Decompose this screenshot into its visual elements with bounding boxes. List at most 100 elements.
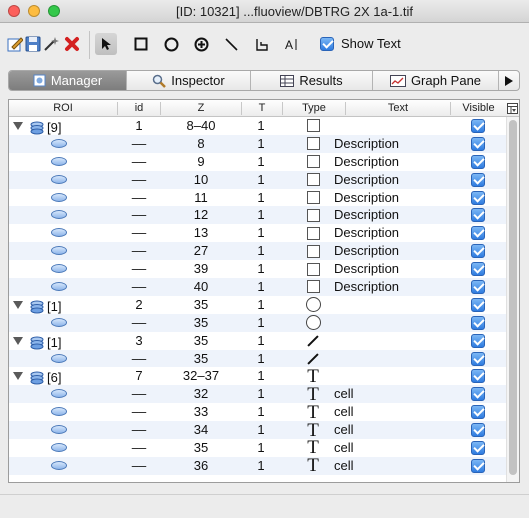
cell-text[interactable]: [334, 117, 444, 135]
visible-checkbox[interactable]: [470, 369, 485, 384]
cell-id: ––: [131, 153, 147, 169]
tab-results[interactable]: Results: [251, 71, 373, 90]
cell-text[interactable]: Description: [334, 260, 444, 278]
column-header-z[interactable]: Z: [161, 102, 241, 114]
column-header-visible[interactable]: Visible: [451, 102, 506, 114]
tab-manager[interactable]: Manager: [9, 71, 127, 90]
cell-text[interactable]: cell: [334, 421, 444, 439]
disclosure-triangle-icon[interactable]: [13, 372, 23, 381]
cell-text[interactable]: Description: [334, 135, 444, 153]
line-icon[interactable]: [220, 33, 242, 55]
cell-z: 35: [193, 296, 209, 312]
disclosure-triangle-icon[interactable]: [13, 300, 23, 309]
visible-checkbox[interactable]: [470, 387, 485, 402]
visible-checkbox[interactable]: [470, 440, 485, 455]
cell-text[interactable]: Description: [334, 206, 444, 224]
column-header-type[interactable]: Type: [283, 102, 345, 114]
disclosure-triangle-icon[interactable]: [13, 336, 23, 345]
column-header-t[interactable]: T: [242, 102, 282, 114]
visible-checkbox[interactable]: [470, 244, 485, 259]
text-tool-icon[interactable]: A: [280, 33, 302, 55]
roi-group-row[interactable]: [1] 3 35 1: [9, 332, 506, 350]
roi-shape-row[interactable]: –– 12 1 Description: [9, 206, 506, 225]
rectangle-shape-icon: [306, 119, 320, 133]
roi-shape-row[interactable]: –– 11 1 Description: [9, 189, 506, 207]
tab-overflow-button[interactable]: [499, 71, 519, 90]
ellipse-icon[interactable]: [160, 33, 182, 55]
wand-icon[interactable]: [40, 33, 62, 55]
tab-inspector[interactable]: Inspector: [127, 71, 251, 90]
visible-checkbox[interactable]: [470, 279, 485, 294]
roi-shape-row[interactable]: –– 35 1: [9, 349, 506, 368]
cell-text[interactable]: cell: [334, 403, 444, 421]
visible-checkbox[interactable]: [470, 262, 485, 277]
visible-checkbox[interactable]: [470, 118, 485, 133]
visible-checkbox[interactable]: [470, 405, 485, 420]
roi-shape-row[interactable]: –– 40 1 Description: [9, 278, 506, 296]
roi-shape-row[interactable]: –– 36 1 Tcell: [9, 456, 506, 475]
visible-checkbox[interactable]: [470, 136, 485, 151]
cell-text[interactable]: Description: [334, 189, 444, 207]
cell-text[interactable]: cell: [334, 457, 444, 475]
roi-shape-row[interactable]: –– 27 1 Description: [9, 242, 506, 261]
visible-checkbox[interactable]: [470, 208, 485, 223]
cell-visible: [449, 350, 506, 368]
cell-visible: [449, 367, 506, 385]
roi-shape-row[interactable]: –– 13 1 Description: [9, 224, 506, 242]
visible-checkbox[interactable]: [470, 423, 485, 438]
cell-text[interactable]: Description: [334, 278, 444, 296]
roi-shape-row[interactable]: –– 33 1 Tcell: [9, 403, 506, 422]
column-header-id[interactable]: id: [118, 102, 160, 114]
vertical-scrollbar[interactable]: [506, 117, 519, 482]
cell-text[interactable]: [334, 350, 444, 368]
visible-checkbox[interactable]: [470, 315, 485, 330]
cell-text[interactable]: [334, 332, 444, 350]
cell-text[interactable]: Description: [334, 171, 444, 189]
show-text-toggle[interactable]: Show Text: [320, 36, 401, 51]
scrollbar-thumb[interactable]: [509, 120, 517, 475]
roi-shape-row[interactable]: –– 35 1: [9, 313, 506, 332]
column-chooser-icon[interactable]: [506, 101, 519, 115]
cell-text[interactable]: Description: [334, 224, 444, 242]
roi-shape-row[interactable]: –– 10 1 Description: [9, 170, 506, 189]
roi-group-row[interactable]: [1] 2 35 1: [9, 296, 506, 314]
roi-shape-row[interactable]: –– 32 1 Tcell: [9, 385, 506, 404]
magnifier-icon: [153, 74, 167, 88]
roi-shape-row[interactable]: –– 8 1 Description: [9, 134, 506, 153]
cell-text[interactable]: [334, 314, 444, 332]
cell-t: 1: [257, 189, 265, 205]
disclosure-triangle-icon[interactable]: [13, 122, 23, 130]
cell-text[interactable]: cell: [334, 385, 444, 403]
roi-shape-row[interactable]: –– 35 1 Tcell: [9, 438, 506, 457]
cell-text[interactable]: Description: [334, 242, 444, 260]
column-header-roi[interactable]: ROI: [9, 102, 117, 114]
roi-shape-row[interactable]: –– 34 1 Tcell: [9, 421, 506, 440]
polyline-icon[interactable]: [250, 33, 272, 55]
cell-text[interactable]: cell: [334, 439, 444, 457]
tab-graph-pane[interactable]: Graph Pane: [373, 71, 499, 90]
roi-shape-icon: [51, 174, 67, 184]
visible-checkbox[interactable]: [470, 154, 485, 169]
crosshair-icon[interactable]: [190, 33, 212, 55]
cell-visible: [449, 242, 506, 260]
roi-shape-row[interactable]: –– 39 1 Description: [9, 260, 506, 278]
visible-checkbox[interactable]: [470, 226, 485, 241]
cell-text[interactable]: Description: [334, 153, 444, 171]
visible-checkbox[interactable]: [470, 458, 485, 473]
roi-shape-row[interactable]: –– 9 1 Description: [9, 153, 506, 171]
visible-checkbox[interactable]: [470, 172, 485, 187]
cell-text[interactable]: [334, 367, 444, 385]
roi-group-row[interactable]: [9] 1 8–40 1: [9, 117, 506, 135]
column-header-text[interactable]: Text: [346, 102, 450, 114]
roi-group-row[interactable]: [6] 7 32–37 1 T: [9, 367, 506, 386]
rectangle-icon[interactable]: [130, 33, 152, 55]
visible-checkbox[interactable]: [470, 333, 485, 348]
show-text-checkbox[interactable]: [320, 36, 334, 51]
ellipse-shape-icon: [305, 315, 321, 331]
delete-icon[interactable]: [61, 33, 83, 55]
visible-checkbox[interactable]: [470, 351, 485, 366]
cell-text[interactable]: [334, 296, 444, 314]
visible-checkbox[interactable]: [470, 297, 485, 312]
pointer-icon[interactable]: [95, 33, 117, 55]
visible-checkbox[interactable]: [470, 190, 485, 205]
